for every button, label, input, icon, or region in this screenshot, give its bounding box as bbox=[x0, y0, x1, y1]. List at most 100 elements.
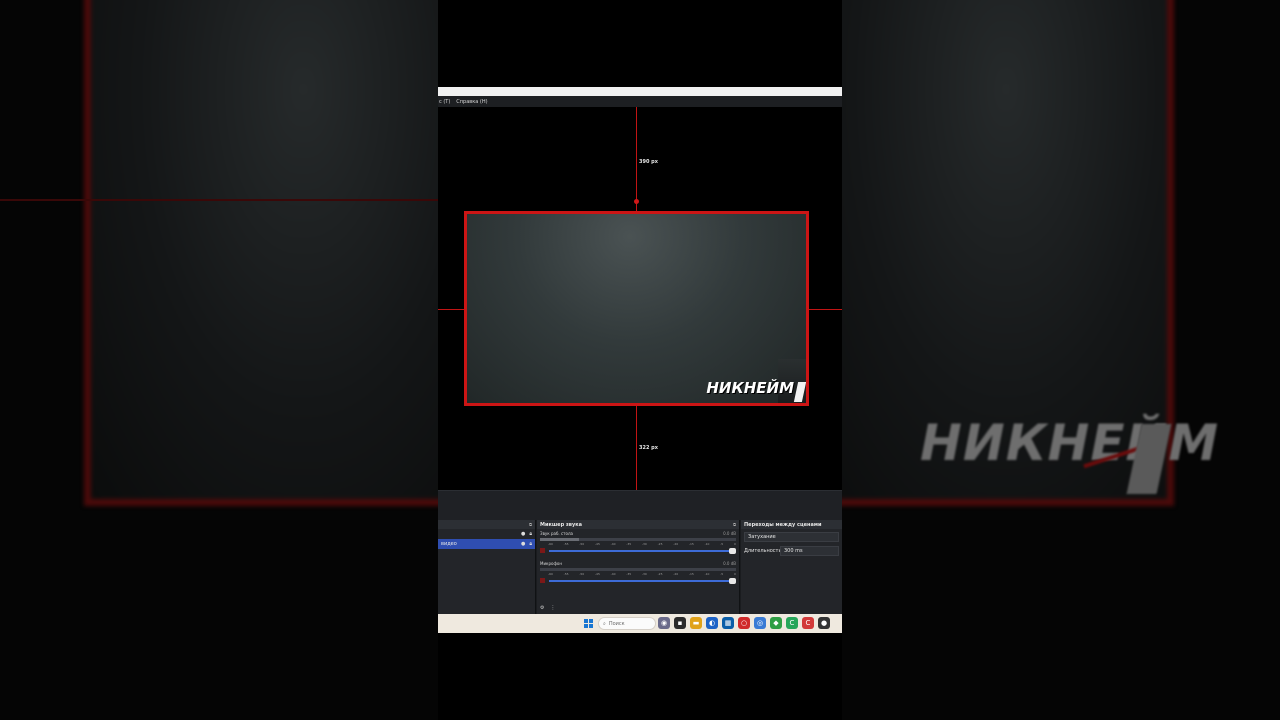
eye-icon[interactable]: ● bbox=[521, 531, 525, 537]
meter-scale-tick: -30 bbox=[641, 542, 647, 546]
channel-db: 0.0 dB bbox=[723, 531, 736, 536]
webcam-frame-source[interactable]: НИКНЕЙМ bbox=[464, 211, 809, 406]
blurred-frame-left bbox=[84, 0, 438, 506]
distance-label-top: 390 px bbox=[639, 159, 658, 165]
volume-slider[interactable] bbox=[549, 547, 736, 554]
windows-start-icon[interactable] bbox=[584, 619, 593, 628]
menu-bar: с (T) Справка (H) bbox=[438, 96, 842, 107]
search-icon: ⌕ bbox=[603, 620, 606, 627]
source-row[interactable]: ● 🔒︎ bbox=[438, 529, 535, 539]
meter-scale-tick: 0 bbox=[733, 572, 736, 576]
meter-scale: -60 -55 -50 -45 -40 -35 -30 -25 -20 -15 -10 -5 0 bbox=[540, 572, 736, 576]
channel-name: Микрофон bbox=[540, 561, 562, 566]
lock-icon[interactable]: 🔒︎ bbox=[529, 541, 532, 547]
transition-select[interactable]: Затухание bbox=[744, 532, 839, 542]
gear-icon[interactable]: ⚙ bbox=[540, 605, 544, 611]
blurred-background-right: НИКНЕЙМ bbox=[842, 0, 1280, 720]
mixer-channel-desktop: Звук раб. стола 0.0 dB -60 -55 -50 -45 -40 -3… bbox=[537, 529, 739, 554]
meter-scale: -60 -55 -50 -45 -40 -35 -30 -25 -20 -15 -10 -5 0 bbox=[540, 542, 736, 546]
mixer-channel-mic: Микрофон 0.0 dB -60 -55 -50 -45 -40 -35 -30 -25… bbox=[537, 559, 739, 584]
volume-slider-knob[interactable] bbox=[729, 577, 736, 584]
sources-dock: ⧉ ● 🔒︎ видео ● 🔒︎ bbox=[438, 520, 536, 614]
eye-icon[interactable]: ● bbox=[521, 541, 525, 547]
volume-slider[interactable] bbox=[549, 577, 736, 584]
app-c-icon[interactable]: C bbox=[786, 617, 798, 629]
blurred-nickname: НИКНЕЙМ bbox=[920, 414, 1220, 472]
duration-row: Длительность 300 ms bbox=[741, 545, 842, 557]
file-explorer-icon[interactable]: ▬ bbox=[690, 617, 702, 629]
menu-item-tools[interactable]: с (T) bbox=[439, 99, 450, 105]
mute-icon[interactable] bbox=[540, 548, 545, 553]
mute-icon[interactable] bbox=[540, 578, 545, 583]
video-frame: НИКНЕЙМ с (T) Справка (H) 390 px 322 px … bbox=[0, 0, 1280, 720]
dock-float-icon[interactable]: ⧉ bbox=[733, 522, 736, 527]
meter-scale-tick: 0 bbox=[733, 542, 736, 546]
transitions-dock-header: Переходы между сценами bbox=[741, 520, 842, 529]
menu-item-help[interactable]: Справка (H) bbox=[456, 99, 487, 105]
dock-area: ⧉ ● 🔒︎ видео ● 🔒︎ Микшер звука ⧉ Звук ра… bbox=[438, 520, 842, 614]
more-options-icon[interactable]: ⋮ bbox=[550, 605, 555, 611]
obs-window: с (T) Справка (H) 390 px 322 px НИКНЕЙМ bbox=[438, 87, 842, 633]
meter-scale-tick: -25 bbox=[657, 542, 663, 546]
source-label: видео bbox=[441, 541, 457, 547]
volume-slider-knob[interactable] bbox=[729, 547, 736, 554]
duration-input[interactable]: 300 ms bbox=[780, 546, 839, 556]
app-green-icon[interactable]: ◆ bbox=[770, 617, 782, 629]
preview-canvas[interactable]: 390 px 322 px НИКНЕЙМ bbox=[438, 107, 842, 490]
volume-meter bbox=[540, 568, 736, 571]
dock-float-icon[interactable]: ⧉ bbox=[529, 522, 532, 527]
duration-label: Длительность bbox=[744, 548, 782, 554]
opera-icon[interactable]: ○ bbox=[738, 617, 750, 629]
mixer-footer: ⚙ ⋮ bbox=[540, 605, 555, 611]
taskbar-app-icons: ◉ ▪ ▬ ◐ ▦ ○ ◎ ◆ C C ● bbox=[658, 617, 830, 629]
sources-dock-header: ⧉ bbox=[438, 520, 535, 529]
scene-controls-strip bbox=[438, 490, 842, 520]
source-row-selected[interactable]: видео ● 🔒︎ bbox=[438, 539, 535, 549]
meter-scale-tick: -60 bbox=[548, 572, 553, 576]
meter-scale-tick: -40 bbox=[610, 572, 616, 576]
meter-scale-tick: -25 bbox=[657, 572, 663, 576]
meter-scale-tick: -40 bbox=[610, 542, 616, 546]
chrome-icon[interactable]: ◎ bbox=[754, 617, 766, 629]
meter-scale-tick: -10 bbox=[704, 542, 710, 546]
transitions-dock: Переходы между сценами Затухание Длитель… bbox=[741, 520, 842, 614]
meter-scale-tick: -55 bbox=[563, 542, 569, 546]
widgets-icon[interactable]: ◉ bbox=[658, 617, 670, 629]
volume-meter-fill bbox=[540, 538, 580, 541]
blurred-background-left bbox=[0, 0, 438, 720]
nickname-text: НИКНЕЙМ bbox=[706, 379, 794, 397]
meter-scale-tick: -15 bbox=[688, 542, 694, 546]
meter-scale-tick: -30 bbox=[641, 572, 647, 576]
blurred-guide-line bbox=[0, 199, 438, 201]
meter-scale-tick: -20 bbox=[673, 572, 679, 576]
meter-scale-tick: -20 bbox=[673, 542, 679, 546]
mixer-dock-header: Микшер звука ⧉ bbox=[537, 520, 739, 529]
guide-anchor-dot bbox=[634, 199, 639, 204]
windows-taskbar: ⌕ Поиск ◉ ▪ ▬ ◐ ▦ ○ ◎ ◆ C C ● bbox=[438, 614, 842, 633]
volume-meter bbox=[540, 538, 736, 541]
guide-line-bottom bbox=[636, 406, 637, 490]
guide-line-right bbox=[809, 309, 842, 310]
taskbar-search-box[interactable]: ⌕ Поиск bbox=[598, 617, 656, 630]
transition-select-row: Затухание bbox=[741, 531, 842, 543]
store-icon[interactable]: ▦ bbox=[722, 617, 734, 629]
meter-scale-tick: -35 bbox=[626, 542, 632, 546]
guide-line-top bbox=[636, 107, 637, 211]
meter-scale-tick: -45 bbox=[594, 572, 600, 576]
obs-icon[interactable]: ● bbox=[818, 617, 830, 629]
meter-scale-tick: -60 bbox=[548, 542, 553, 546]
app-red-icon[interactable]: C bbox=[802, 617, 814, 629]
meter-scale-tick: -10 bbox=[704, 572, 710, 576]
meter-scale-tick: -15 bbox=[688, 572, 694, 576]
distance-label-bottom: 322 px bbox=[639, 445, 658, 451]
lock-icon[interactable]: 🔒︎ bbox=[529, 531, 532, 537]
channel-name: Звук раб. стола bbox=[540, 531, 573, 536]
edge-browser-icon[interactable]: ◐ bbox=[706, 617, 718, 629]
meter-scale-tick: -50 bbox=[579, 542, 585, 546]
meter-scale-tick: -50 bbox=[579, 572, 585, 576]
audio-mixer-dock: Микшер звука ⧉ Звук раб. стола 0.0 dB -6… bbox=[537, 520, 740, 614]
meter-scale-tick: -55 bbox=[563, 572, 569, 576]
task-view-icon[interactable]: ▪ bbox=[674, 617, 686, 629]
transitions-dock-title: Переходы между сценами bbox=[744, 521, 822, 528]
guide-line-left bbox=[438, 309, 464, 310]
